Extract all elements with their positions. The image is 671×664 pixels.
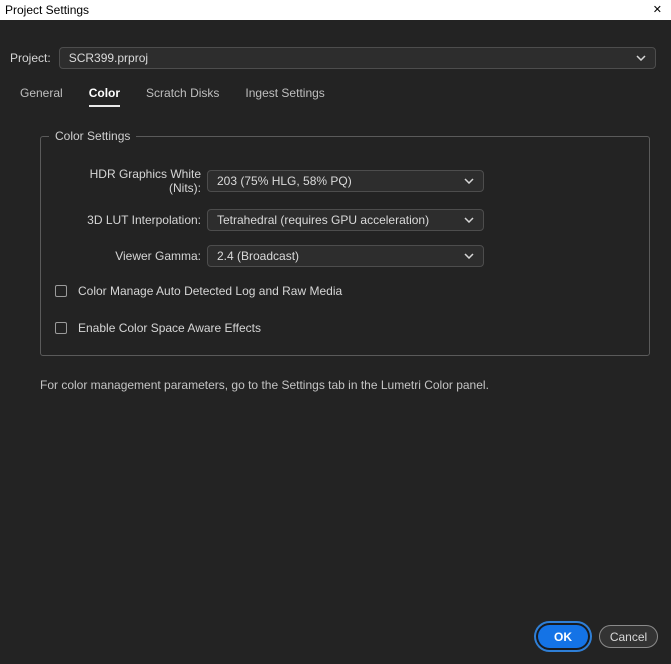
tab-general[interactable]: General: [20, 86, 63, 107]
project-label: Project:: [10, 51, 51, 65]
color-manage-log-raw-row: Color Manage Auto Detected Log and Raw M…: [55, 284, 635, 298]
group-title: Color Settings: [49, 129, 137, 143]
lut-interpolation-value: Tetrahedral (requires GPU acceleration): [217, 213, 430, 227]
hdr-graphics-white-label: HDR Graphics White (Nits):: [89, 167, 201, 195]
title-bar: Project Settings ✕: [0, 0, 671, 20]
hdr-graphics-white-row: HDR Graphics White (Nits): 203 (75% HLG,…: [55, 167, 635, 195]
viewer-gamma-label: Viewer Gamma:: [115, 249, 201, 263]
color-space-aware-effects-checkbox[interactable]: [55, 322, 67, 334]
color-space-aware-effects-row: Enable Color Space Aware Effects: [55, 321, 635, 335]
lumetri-note: For color management parameters, go to t…: [40, 378, 489, 392]
tab-scratch-disks[interactable]: Scratch Disks: [146, 86, 219, 107]
tab-ingest-settings[interactable]: Ingest Settings: [245, 86, 324, 107]
color-manage-log-raw-checkbox[interactable]: [55, 285, 67, 297]
color-settings-group: Color Settings HDR Graphics White (Nits)…: [40, 129, 650, 356]
project-row: Project: SCR399.prproj: [10, 47, 656, 69]
lut-interpolation-row: 3D LUT Interpolation: Tetrahedral (requi…: [55, 209, 635, 231]
settings-tabs: General Color Scratch Disks Ingest Setti…: [20, 86, 671, 107]
chevron-down-icon: [636, 55, 646, 61]
window-title: Project Settings: [5, 3, 90, 17]
viewer-gamma-dropdown[interactable]: 2.4 (Broadcast): [207, 245, 484, 267]
cancel-button[interactable]: Cancel: [599, 625, 658, 648]
dialog-buttons: OK Cancel: [538, 625, 658, 648]
project-dropdown-value: SCR399.prproj: [68, 51, 149, 65]
tab-color[interactable]: Color: [88, 86, 121, 107]
lut-interpolation-dropdown[interactable]: Tetrahedral (requires GPU acceleration): [207, 209, 484, 231]
viewer-gamma-row: Viewer Gamma: 2.4 (Broadcast): [55, 245, 635, 267]
hdr-graphics-white-dropdown[interactable]: 203 (75% HLG, 58% PQ): [207, 170, 484, 192]
viewer-gamma-value: 2.4 (Broadcast): [217, 249, 300, 263]
chevron-down-icon: [464, 217, 474, 223]
lut-interpolation-label: 3D LUT Interpolation:: [87, 213, 201, 227]
chevron-down-icon: [464, 178, 474, 184]
ok-button[interactable]: OK: [538, 625, 588, 648]
hdr-graphics-white-value: 203 (75% HLG, 58% PQ): [217, 174, 352, 188]
close-icon[interactable]: ✕: [653, 4, 662, 16]
color-space-aware-effects-label: Enable Color Space Aware Effects: [78, 321, 261, 335]
chevron-down-icon: [464, 253, 474, 259]
project-dropdown[interactable]: SCR399.prproj: [58, 47, 656, 69]
color-manage-log-raw-label: Color Manage Auto Detected Log and Raw M…: [78, 284, 343, 298]
